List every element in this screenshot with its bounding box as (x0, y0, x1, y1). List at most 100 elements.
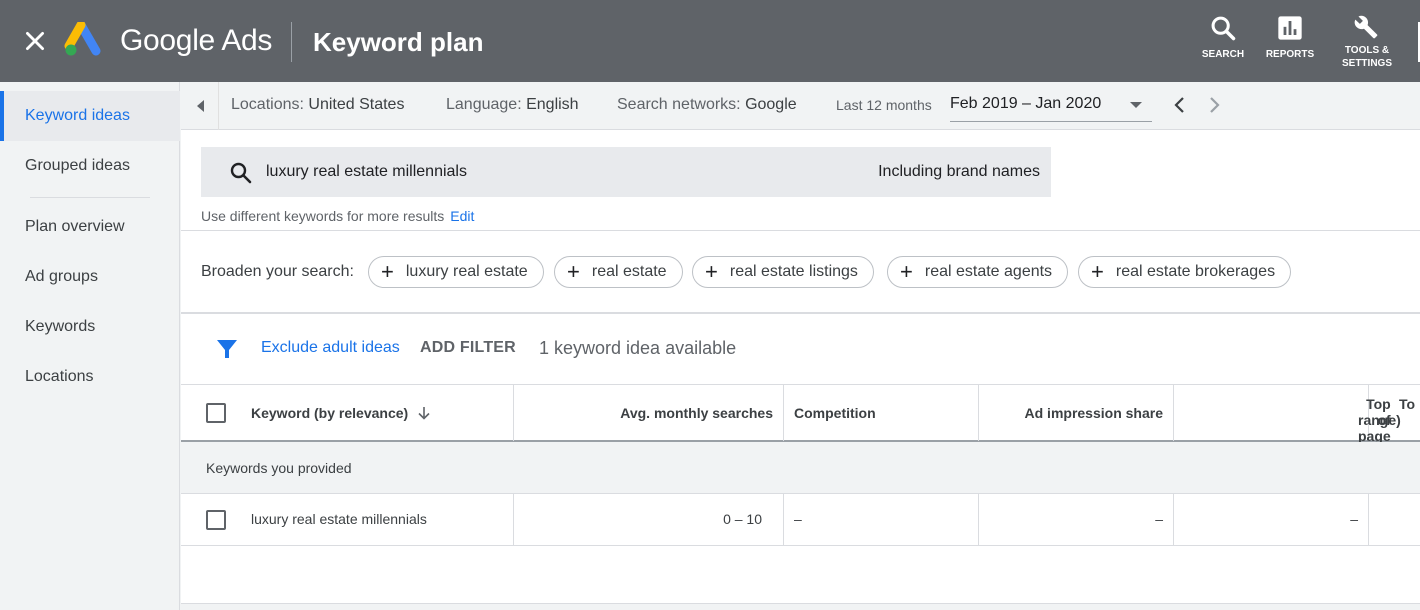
sidebar-item-locations[interactable]: Locations (0, 352, 180, 402)
caret-down-icon (1130, 102, 1142, 108)
ideas-available-count: 1 keyword idea available (539, 338, 737, 358)
cell-competition: – (784, 494, 979, 545)
header-reports-button[interactable]: REPORTS (1262, 14, 1318, 76)
broaden-chip[interactable]: + real estate brokerages (1078, 256, 1292, 288)
plus-icon: + (1091, 259, 1104, 284)
collapse-sidebar-button[interactable] (181, 82, 219, 130)
page-title: Keyword plan (313, 27, 484, 57)
brand-names-toggle[interactable]: Including brand names (878, 163, 1040, 181)
search-icon (230, 162, 252, 184)
table-row[interactable]: luxury real estate millennials 0 – 10 – … (181, 494, 1420, 546)
brand-name: Google Ads (120, 24, 273, 57)
keyword-search-box[interactable]: luxury real estate millennials Including… (201, 147, 1051, 197)
searches-value: 0 – 10 (723, 511, 762, 527)
wrench-icon (1354, 15, 1378, 39)
networks-key: Search networks: (617, 96, 741, 113)
search-hint: Use different keywords for more results E… (201, 208, 474, 224)
sidebar-divider (30, 197, 150, 198)
tools-label-line1: TOOLS & (1344, 45, 1390, 56)
add-filter-button[interactable]: ADD FILTER (420, 339, 516, 357)
column-header-searches[interactable]: Avg. monthly searches (514, 385, 784, 441)
date-range-select[interactable]: Feb 2019 – Jan 2020 (950, 88, 1152, 122)
bid-low-value: – (1350, 511, 1358, 527)
header-search-button[interactable]: SEARCH (1200, 14, 1246, 76)
header-tools-label: TOOLS & SETTINGS (1342, 44, 1392, 70)
competition-value: – (794, 511, 802, 527)
keyword-text: luxury real estate millennials (251, 511, 427, 527)
column-header-competition[interactable]: Competition (784, 385, 979, 441)
search-icon (1211, 16, 1236, 41)
filter-icon[interactable] (216, 338, 238, 360)
chip-label: real estate (591, 263, 667, 280)
row-checkbox[interactable] (206, 510, 226, 530)
header-reports-label: REPORTS (1265, 49, 1315, 60)
targeting-bar: Locations: United States Language: Engli… (181, 82, 1420, 130)
date-range-label: Last 12 months (836, 97, 932, 113)
plus-icon: + (900, 259, 913, 284)
column-header-keyword[interactable]: Keyword (by relevance) (181, 385, 514, 441)
header-tools-button[interactable]: TOOLS & SETTINGS (1338, 14, 1396, 76)
main-content: Locations: United States Language: Engli… (181, 82, 1420, 610)
search-networks-setting[interactable]: Search networks: Google (617, 96, 797, 114)
app-header: Google Ads Keyword plan SEARCH REPORTS T… (0, 0, 1420, 82)
locations-key: Locations: (231, 96, 304, 113)
date-range-value: Feb 2019 – Jan 2020 (950, 95, 1102, 112)
column-header-bid-high[interactable]: To (1369, 385, 1420, 441)
column-header-bid-low[interactable]: Top of page bid (lowrange) (1174, 385, 1401, 476)
broaden-label: Broaden your search: (201, 263, 354, 280)
locations-value: United States (308, 96, 405, 113)
edit-keywords-link[interactable]: Edit (450, 208, 474, 224)
plus-icon: + (567, 259, 580, 284)
chevron-right-icon[interactable] (1202, 92, 1226, 118)
sidebar-item-plan-overview[interactable]: Plan overview (0, 202, 180, 252)
sidebar-item-ad-groups[interactable]: Ad groups (0, 252, 180, 302)
arrow-down-icon (418, 407, 430, 420)
networks-value: Google (745, 96, 797, 113)
broaden-chip[interactable]: + real estate (554, 256, 683, 288)
column-header-impression-share[interactable]: Ad impression share (979, 385, 1174, 441)
reports-icon (1278, 16, 1302, 40)
search-query[interactable]: luxury real estate millennials (266, 163, 467, 181)
table-footer-divider (181, 603, 1420, 610)
select-all-checkbox[interactable] (206, 403, 226, 423)
impression-share-value: – (1155, 511, 1163, 527)
column-header-bid-high-label: To (1399, 396, 1416, 412)
sidebar-item-grouped-ideas[interactable]: Grouped ideas (0, 141, 180, 191)
chip-label: real estate listings (729, 263, 858, 280)
close-icon[interactable] (22, 28, 48, 54)
sidebar-item-keywords[interactable]: Keywords (0, 302, 180, 352)
tools-label-line2: SETTINGS (1341, 58, 1392, 69)
filter-bar: Exclude adult ideas ADD FILTER 1 keyword… (181, 314, 1420, 384)
column-header-keyword-label: Keyword (by relevance) (251, 405, 409, 421)
table-header: Keyword (by relevance) Avg. monthly sear… (181, 384, 1420, 476)
exclude-adult-ideas-filter[interactable]: Exclude adult ideas (261, 339, 400, 357)
cell-searches: 0 – 10 (514, 494, 784, 545)
column-header-competition-label: Competition (794, 405, 876, 421)
arrow-left-icon (196, 100, 204, 112)
language-setting[interactable]: Language: English (446, 96, 579, 114)
broaden-chip[interactable]: + real estate listings (692, 256, 874, 288)
group-row: Keywords you provided (181, 442, 1420, 494)
column-header-searches-label: Avg. monthly searches (620, 405, 773, 421)
plus-icon: + (381, 259, 394, 284)
sidebar-item-keyword-ideas[interactable]: Keyword ideas (0, 91, 180, 141)
cell-keyword: luxury real estate millennials (181, 494, 514, 545)
chip-label: real estate agents (924, 263, 1053, 280)
chip-label: luxury real estate (405, 263, 528, 280)
language-value: English (526, 96, 579, 113)
locations-setting[interactable]: Locations: United States (231, 96, 404, 114)
plus-icon: + (705, 259, 718, 284)
chip-label: real estate brokerages (1115, 263, 1276, 280)
sidebar: Keyword ideas Grouped ideas Plan overvie… (0, 82, 180, 610)
google-ads-logo-icon (64, 22, 101, 56)
group-label: Keywords you provided (206, 460, 352, 476)
language-key: Language: (446, 96, 522, 113)
broaden-chip[interactable]: + luxury real estate (368, 256, 544, 288)
cell-impression-share: – (979, 494, 1174, 545)
header-divider (291, 22, 292, 62)
column-header-impression-share-label: Ad impression share (1024, 405, 1164, 421)
chevron-left-icon[interactable] (1168, 92, 1192, 118)
header-search-label: SEARCH (1201, 49, 1245, 60)
search-hint-text: Use different keywords for more results (201, 208, 445, 224)
broaden-chip[interactable]: + real estate agents (887, 256, 1069, 288)
